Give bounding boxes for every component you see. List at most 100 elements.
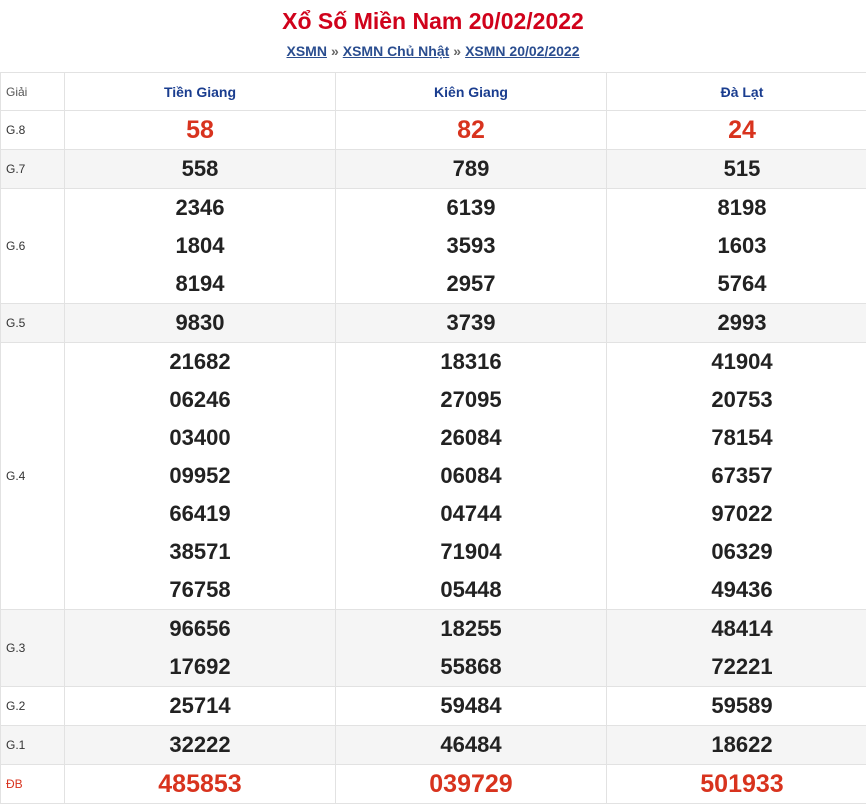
- result-number: 03400: [65, 419, 335, 457]
- prize-row: G.1322224648418622: [1, 726, 866, 765]
- breadcrumb-xsmn-date[interactable]: XSMN 20/02/2022: [465, 43, 579, 59]
- result-cell-da-lat: 41904207537815467357970220632949436: [607, 343, 866, 610]
- result-number: 06329: [607, 533, 866, 571]
- result-number: 41904: [607, 343, 866, 381]
- province-header-kien-giang: Kiên Giang: [336, 73, 607, 111]
- result-number: 06246: [65, 381, 335, 419]
- prize-row: G.3966561769218255558684841472221: [1, 610, 866, 687]
- prize-label: G.2: [1, 687, 65, 726]
- result-cell-tien-giang: 234618048194: [65, 189, 336, 304]
- prize-row: G.42168206246034000995266419385717675818…: [1, 343, 866, 610]
- result-number: 18316: [336, 343, 606, 381]
- result-cell-kien-giang: 1825555868: [336, 610, 607, 687]
- province-header-da-lat: Đà Lạt: [607, 73, 866, 111]
- result-number: 1603: [607, 227, 866, 265]
- prize-row: G.5983037392993: [1, 304, 866, 343]
- result-cell-kien-giang: 613935932957: [336, 189, 607, 304]
- result-number: 58: [65, 111, 335, 149]
- result-cell-kien-giang: 789: [336, 150, 607, 189]
- result-number: 2346: [65, 189, 335, 227]
- result-cell-da-lat: 4841472221: [607, 610, 866, 687]
- result-number: 48414: [607, 610, 866, 648]
- result-number: 25714: [65, 687, 335, 725]
- result-number: 78154: [607, 419, 866, 457]
- result-number: 05448: [336, 571, 606, 609]
- result-number: 18622: [607, 726, 866, 764]
- result-number: 039729: [336, 765, 606, 803]
- province-header-tien-giang: Tiền Giang: [65, 73, 336, 111]
- result-cell-tien-giang: 58: [65, 111, 336, 150]
- result-cell-da-lat: 18622: [607, 726, 866, 765]
- result-cell-kien-giang: 039729: [336, 765, 607, 804]
- result-number: 24: [607, 111, 866, 149]
- result-cell-tien-giang: 25714: [65, 687, 336, 726]
- result-number: 2957: [336, 265, 606, 303]
- prize-label: G.6: [1, 189, 65, 304]
- result-cell-tien-giang: 485853: [65, 765, 336, 804]
- prize-row: G.2257145948459589: [1, 687, 866, 726]
- result-cell-da-lat: 59589: [607, 687, 866, 726]
- result-number: 8194: [65, 265, 335, 303]
- breadcrumb-xsmn[interactable]: XSMN: [286, 43, 326, 59]
- breadcrumb: XSMN»XSMN Chủ Nhật»XSMN 20/02/2022: [0, 42, 866, 60]
- result-cell-da-lat: 515: [607, 150, 866, 189]
- prize-column-header: Giải: [1, 73, 65, 111]
- result-number: 59484: [336, 687, 606, 725]
- breadcrumb-separator: »: [449, 43, 465, 59]
- page-header: Xổ Số Miền Nam 20/02/2022 XSMN»XSMN Chủ …: [0, 0, 866, 72]
- result-number: 3593: [336, 227, 606, 265]
- result-number: 06084: [336, 457, 606, 495]
- prize-label: G.7: [1, 150, 65, 189]
- result-cell-tien-giang: 32222: [65, 726, 336, 765]
- result-cell-kien-giang: 59484: [336, 687, 607, 726]
- table-header-row: Giải Tiền Giang Kiên Giang Đà Lạt: [1, 73, 866, 111]
- breadcrumb-separator: »: [327, 43, 343, 59]
- result-cell-tien-giang: 9665617692: [65, 610, 336, 687]
- result-cell-tien-giang: 558: [65, 150, 336, 189]
- result-number: 46484: [336, 726, 606, 764]
- result-number: 26084: [336, 419, 606, 457]
- result-number: 71904: [336, 533, 606, 571]
- result-number: 96656: [65, 610, 335, 648]
- result-number: 59589: [607, 687, 866, 725]
- result-number: 66419: [65, 495, 335, 533]
- result-number: 485853: [65, 765, 335, 803]
- result-cell-tien-giang: 21682062460340009952664193857176758: [65, 343, 336, 610]
- result-cell-kien-giang: 82: [336, 111, 607, 150]
- page-title: Xổ Số Miền Nam 20/02/2022: [0, 6, 866, 36]
- prize-row: G.8588224: [1, 111, 866, 150]
- result-number: 49436: [607, 571, 866, 609]
- result-number: 2993: [607, 304, 866, 342]
- result-number: 20753: [607, 381, 866, 419]
- result-number: 501933: [607, 765, 866, 803]
- result-number: 558: [65, 150, 335, 188]
- prize-row: G.7558789515: [1, 150, 866, 189]
- prize-label: G.1: [1, 726, 65, 765]
- result-number: 38571: [65, 533, 335, 571]
- result-number: 32222: [65, 726, 335, 764]
- result-number: 8198: [607, 189, 866, 227]
- prize-label: G.8: [1, 111, 65, 150]
- prize-label: ĐB: [1, 765, 65, 804]
- prize-row: ĐB485853039729501933: [1, 765, 866, 804]
- prize-label: G.3: [1, 610, 65, 687]
- result-number: 515: [607, 150, 866, 188]
- result-number: 17692: [65, 648, 335, 686]
- result-number: 55868: [336, 648, 606, 686]
- prize-row: G.6234618048194613935932957819816035764: [1, 189, 866, 304]
- prize-label: G.5: [1, 304, 65, 343]
- prize-label: G.4: [1, 343, 65, 610]
- result-cell-tien-giang: 9830: [65, 304, 336, 343]
- result-number: 789: [336, 150, 606, 188]
- result-cell-da-lat: 24: [607, 111, 866, 150]
- breadcrumb-xsmn-chu-nhat[interactable]: XSMN Chủ Nhật: [343, 43, 450, 59]
- result-number: 9830: [65, 304, 335, 342]
- result-number: 1804: [65, 227, 335, 265]
- result-cell-kien-giang: 18316270952608406084047447190405448: [336, 343, 607, 610]
- result-number: 82: [336, 111, 606, 149]
- result-number: 27095: [336, 381, 606, 419]
- result-number: 72221: [607, 648, 866, 686]
- results-table: Giải Tiền Giang Kiên Giang Đà Lạt G.8588…: [0, 72, 866, 804]
- result-cell-kien-giang: 46484: [336, 726, 607, 765]
- result-cell-da-lat: 2993: [607, 304, 866, 343]
